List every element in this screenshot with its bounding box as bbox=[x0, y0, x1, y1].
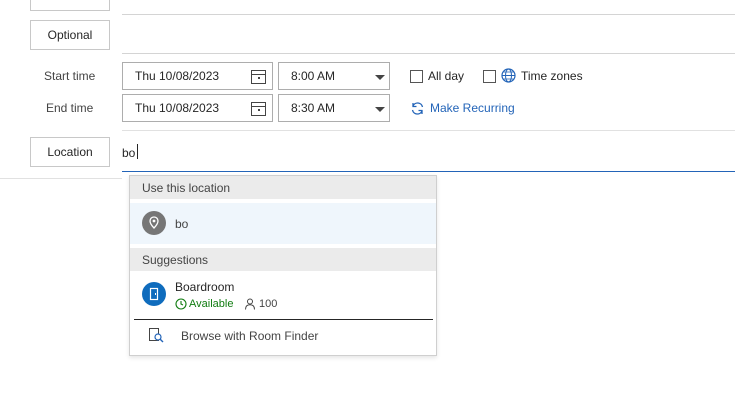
location-button[interactable]: Location bbox=[30, 137, 110, 167]
optional-button[interactable]: Optional bbox=[30, 20, 110, 50]
make-recurring-link[interactable]: Make Recurring bbox=[430, 101, 515, 115]
start-time-label: Start time bbox=[44, 69, 96, 83]
required-button[interactable] bbox=[30, 0, 110, 11]
clock-icon bbox=[175, 298, 187, 310]
location-suggestions-dropdown: Use this location bo Suggestions Boardro… bbox=[129, 175, 437, 356]
browse-room-finder-label: Browse with Room Finder bbox=[181, 329, 319, 343]
room-name: Boardroom bbox=[175, 280, 235, 294]
start-time-value: 8:00 AM bbox=[291, 69, 336, 83]
time-zones-checkbox[interactable] bbox=[483, 70, 496, 83]
room-icon bbox=[142, 282, 166, 306]
calendar-icon[interactable] bbox=[251, 70, 266, 84]
browse-room-finder-item[interactable]: Browse with Room Finder bbox=[130, 322, 436, 348]
optional-divider bbox=[122, 53, 735, 54]
typed-location-text: bo bbox=[175, 217, 189, 231]
use-typed-location-item[interactable]: bo bbox=[130, 203, 436, 244]
chevron-down-icon[interactable] bbox=[375, 107, 385, 112]
start-date-field[interactable]: Thu 10/08/2023 bbox=[122, 62, 273, 90]
room-suggestion-item[interactable]: Boardroom Available 100 bbox=[130, 273, 436, 317]
person-icon bbox=[244, 298, 256, 310]
all-day-label: All day bbox=[428, 69, 465, 83]
room-status: Available bbox=[189, 298, 234, 310]
location-input[interactable]: bo bbox=[122, 140, 735, 172]
room-finder-icon bbox=[148, 327, 164, 343]
end-date-field[interactable]: Thu 10/08/2023 bbox=[122, 94, 273, 122]
calendar-icon[interactable] bbox=[251, 102, 266, 116]
location-pin-icon bbox=[142, 211, 166, 235]
time-divider bbox=[122, 130, 735, 131]
use-location-header: Use this location bbox=[130, 176, 436, 199]
start-time-select[interactable]: 8:00 AM bbox=[278, 62, 390, 90]
end-time-select[interactable]: 8:30 AM bbox=[278, 94, 390, 122]
end-date-value: Thu 10/08/2023 bbox=[135, 101, 220, 115]
all-day-checkbox[interactable] bbox=[410, 70, 423, 83]
text-cursor bbox=[137, 144, 138, 159]
form-bottom-divider bbox=[0, 178, 122, 179]
room-capacity: 100 bbox=[259, 298, 278, 310]
location-input-value: bo bbox=[122, 146, 136, 160]
time-zones-label: Time zones bbox=[521, 69, 583, 83]
browse-separator bbox=[134, 319, 433, 320]
start-date-value: Thu 10/08/2023 bbox=[135, 69, 220, 83]
required-divider bbox=[122, 14, 735, 15]
recurring-icon[interactable] bbox=[410, 101, 425, 116]
globe-icon bbox=[501, 68, 516, 83]
end-time-value: 8:30 AM bbox=[291, 101, 336, 115]
end-time-label: End time bbox=[46, 101, 94, 115]
suggestions-header: Suggestions bbox=[130, 248, 436, 271]
chevron-down-icon[interactable] bbox=[375, 75, 385, 80]
